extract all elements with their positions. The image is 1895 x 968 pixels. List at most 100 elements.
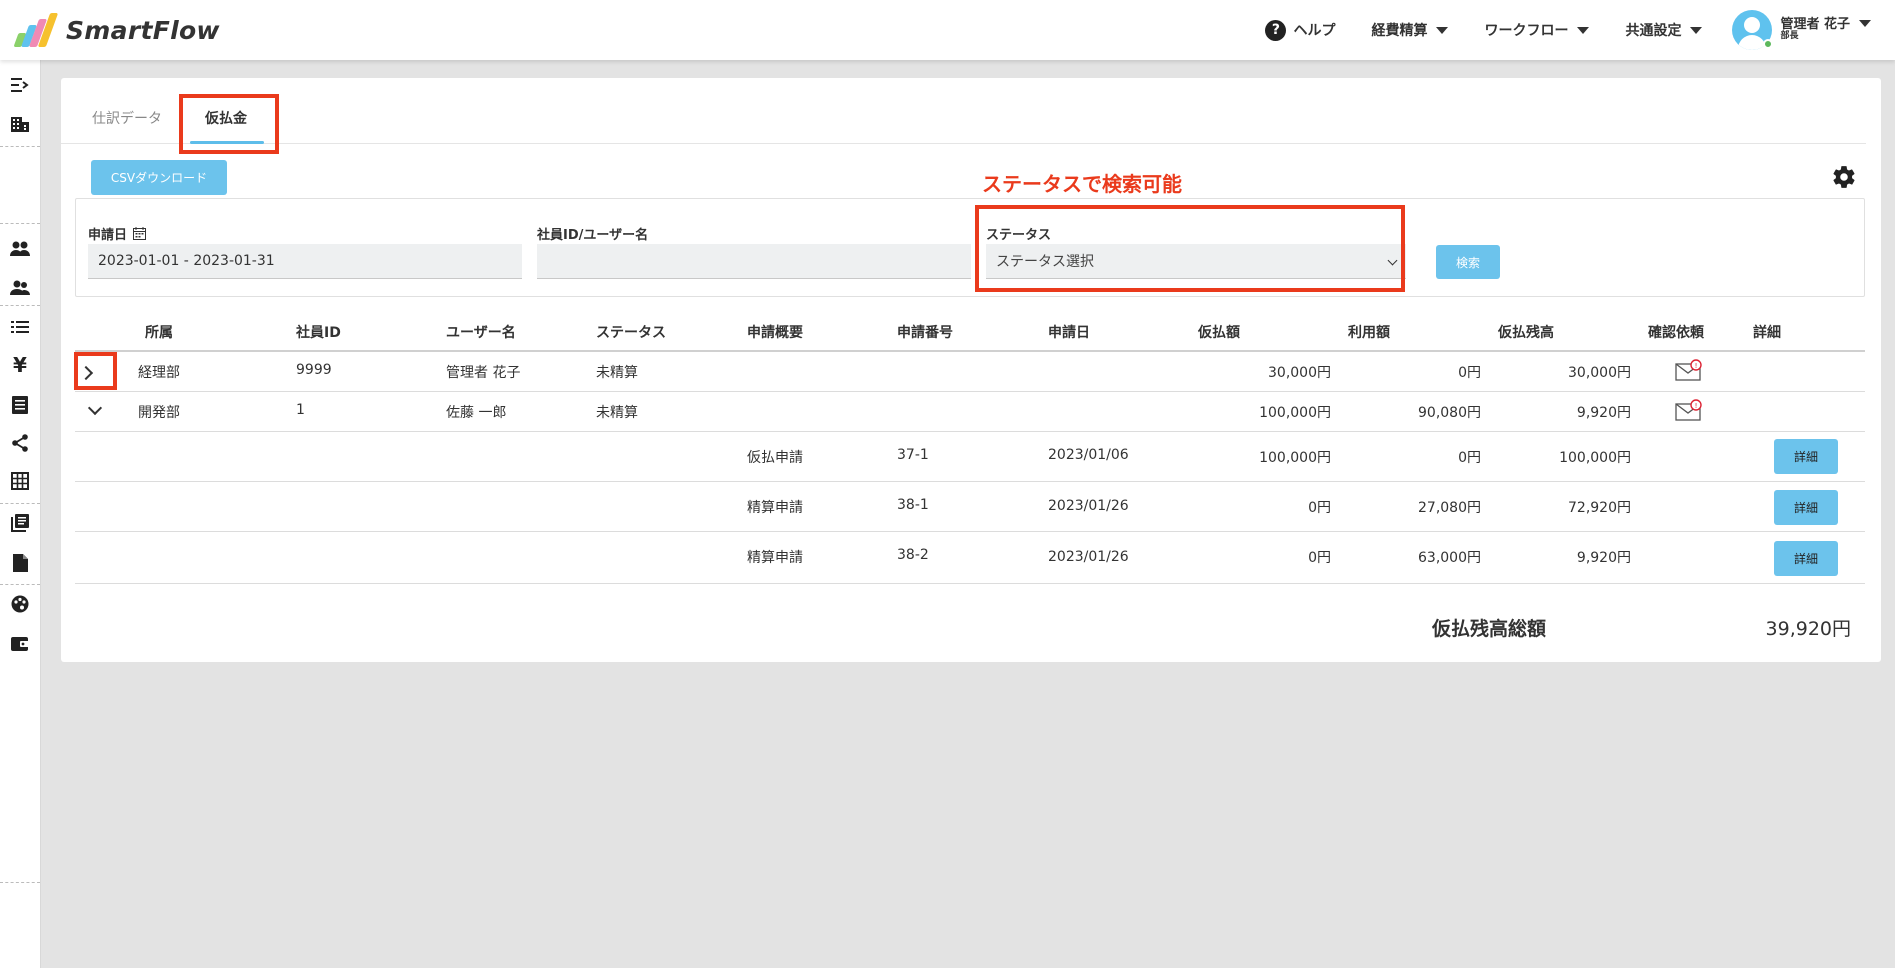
date-label: 申請日 — [88, 224, 147, 243]
col-balance: 仮払残高 — [1498, 325, 1554, 341]
help-icon: ? — [1265, 19, 1287, 41]
logo-mark-icon — [10, 13, 59, 47]
col-application-no: 申請番号 — [897, 325, 953, 341]
detail-button[interactable]: 詳細 — [1774, 439, 1838, 474]
calendar-icon — [133, 227, 147, 240]
cell-department: 経理部 — [138, 365, 180, 381]
sidebar: ¥ — [0, 60, 41, 968]
menu-common-label: 共通設定 — [1625, 23, 1682, 39]
cell-summary: 仮払申請 — [747, 450, 803, 466]
total-balance-value: 39,920円 — [1765, 618, 1851, 640]
col-user-name: ユーザー名 — [446, 325, 516, 341]
cell-used-amount: 63,000円 — [1418, 550, 1481, 566]
wallet-icon[interactable] — [9, 633, 31, 655]
col-advance-amount: 仮払額 — [1198, 325, 1240, 341]
col-summary: 申請概要 — [747, 325, 803, 341]
col-confirm-request: 確認依頼 — [1648, 325, 1704, 341]
cell-application-no: 38-2 — [897, 547, 929, 563]
cell-summary: 精算申請 — [747, 500, 803, 516]
csv-download-button[interactable]: CSVダウンロード — [91, 160, 227, 195]
user-role: 部長 — [1780, 31, 1799, 42]
cell-user-name: 管理者 花子 — [446, 365, 521, 381]
status-select-value: ステータス選択 — [996, 254, 1094, 270]
cell-balance: 72,920円 — [1568, 500, 1631, 516]
user-search-input[interactable] — [537, 244, 971, 279]
col-employee-id: 社員ID — [296, 325, 341, 341]
chevron-down-icon[interactable] — [87, 400, 103, 416]
detail-button[interactable]: 詳細 — [1774, 541, 1838, 576]
document-list-icon[interactable] — [9, 394, 31, 416]
cell-used-amount: 0円 — [1458, 365, 1481, 381]
detail-button[interactable]: 詳細 — [1774, 490, 1838, 525]
svg-text:!: ! — [1695, 402, 1698, 410]
cell-advance-amount: 100,000円 — [1259, 450, 1331, 466]
users-icon[interactable] — [9, 238, 31, 260]
building-icon[interactable] — [9, 113, 31, 135]
active-tab-indicator — [190, 141, 264, 144]
grid-icon[interactable] — [9, 470, 31, 492]
cell-advance-amount: 100,000円 — [1259, 405, 1331, 421]
library-icon[interactable] — [9, 512, 31, 534]
col-detail: 詳細 — [1753, 325, 1781, 341]
cell-advance-amount: 0円 — [1308, 500, 1331, 516]
cell-status: 未精算 — [596, 365, 638, 381]
caret-down-icon — [1436, 26, 1449, 34]
cell-application-date: 2023/01/26 — [1048, 498, 1129, 514]
settings-gear-icon[interactable] — [1831, 164, 1857, 190]
app-logo[interactable]: SmartFlow — [10, 12, 220, 48]
menu-expense[interactable]: 経費精算 — [1371, 20, 1449, 40]
user-search-label: 社員ID/ユーザー名 — [537, 228, 649, 243]
cell-application-no: 37-1 — [897, 447, 929, 463]
cell-status: 未精算 — [596, 405, 638, 421]
cell-used-amount: 27,080円 — [1418, 500, 1481, 516]
cell-application-date: 2023/01/26 — [1048, 549, 1129, 565]
search-filter-panel: 申請日 2023-01-01 - 2023-01-31 社員ID/ユーザー名 ス… — [75, 198, 1865, 297]
team-icon[interactable] — [9, 277, 31, 299]
online-status-icon — [1763, 39, 1774, 49]
menu-workflow[interactable]: ワークフロー — [1484, 20, 1590, 40]
tab-advance-payment[interactable]: 仮払金 — [205, 108, 247, 128]
logo-text: SmartFlow — [66, 15, 220, 45]
caret-down-icon — [1577, 26, 1590, 34]
help-label: ヘルプ — [1293, 23, 1336, 39]
share-icon[interactable] — [9, 432, 31, 454]
cell-used-amount: 0円 — [1458, 450, 1481, 466]
cell-balance: 9,920円 — [1576, 405, 1631, 421]
header-nav: ? ヘルプ 経費精算 ワークフロー 共通設定 管理者 花子 部長 — [1229, 0, 1871, 60]
menu-expense-label: 経費精算 — [1371, 23, 1428, 39]
col-status: ステータス — [596, 325, 666, 341]
list-icon[interactable] — [9, 316, 31, 338]
cell-advance-amount: 30,000円 — [1268, 365, 1331, 381]
top-bar: SmartFlow ? ヘルプ 経費精算 ワークフロー 共通設定 管理者 花子 … — [0, 0, 1895, 60]
cell-summary: 精算申請 — [747, 550, 803, 566]
tab-bar: 仕訳データ 仮払金 — [61, 78, 1866, 144]
file-icon[interactable] — [9, 552, 31, 574]
yen-icon[interactable]: ¥ — [9, 353, 31, 377]
search-button[interactable]: 検索 — [1436, 245, 1500, 279]
chevron-right-icon[interactable] — [78, 365, 94, 381]
mail-alert-icon[interactable]: ! — [1675, 359, 1703, 381]
cell-balance: 30,000円 — [1568, 365, 1631, 381]
date-range-input[interactable]: 2023-01-01 - 2023-01-31 — [88, 244, 522, 279]
cell-application-no: 38-1 — [897, 497, 929, 513]
cell-advance-amount: 0円 — [1308, 550, 1331, 566]
cell-balance: 100,000円 — [1559, 450, 1631, 466]
cell-application-date: 2023/01/06 — [1048, 447, 1129, 463]
total-balance-label: 仮払残高総額 — [1432, 618, 1547, 640]
status-select[interactable]: ステータス選択 — [986, 244, 1406, 279]
cell-used-amount: 90,080円 — [1418, 405, 1481, 421]
menu-common-settings[interactable]: 共通設定 — [1625, 20, 1703, 40]
user-menu[interactable]: 管理者 花子 部長 — [1732, 10, 1871, 50]
menu-workflow-label: ワークフロー — [1484, 23, 1569, 39]
help-link[interactable]: ? ヘルプ — [1265, 19, 1336, 41]
sidebar-toggle-icon[interactable] — [9, 74, 31, 96]
main-card: 仕訳データ 仮払金 ステータスで検索可能 CSVダウンロード 申請日 2023-… — [61, 78, 1881, 662]
svg-text:!: ! — [1695, 362, 1698, 370]
tab-journal-data[interactable]: 仕訳データ — [92, 108, 162, 128]
mail-alert-icon[interactable]: ! — [1675, 399, 1703, 421]
col-application-date: 申請日 — [1048, 325, 1090, 341]
status-label: ステータス — [986, 228, 1052, 243]
caret-down-icon — [1690, 26, 1703, 34]
col-department: 所属 — [145, 325, 173, 341]
palette-icon[interactable] — [9, 593, 31, 615]
